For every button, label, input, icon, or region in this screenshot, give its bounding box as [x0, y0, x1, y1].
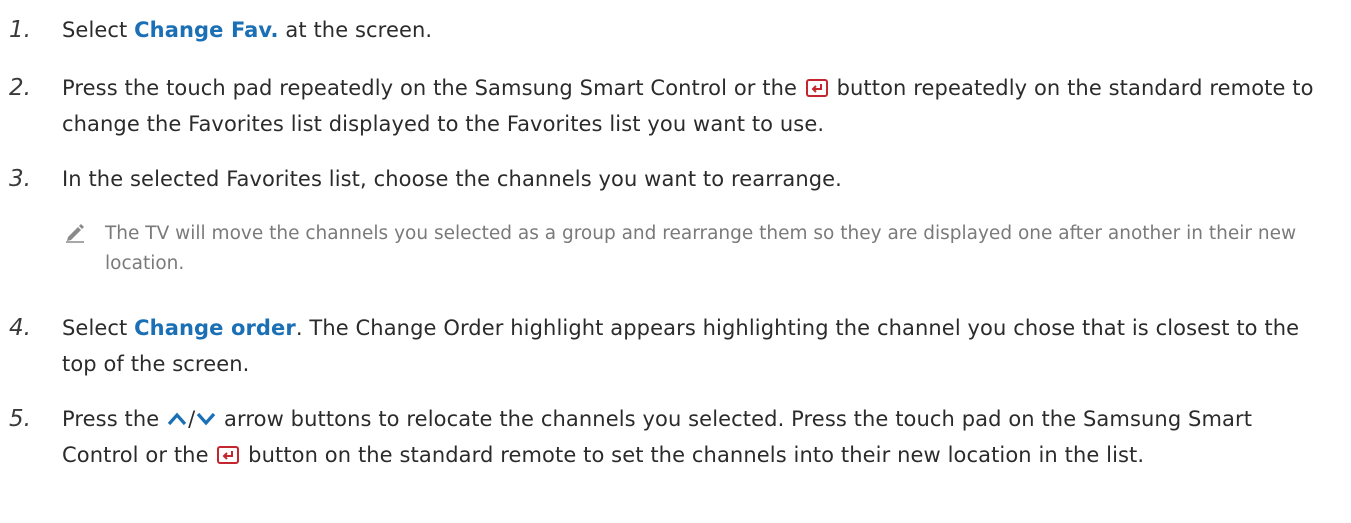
enter-icon	[217, 446, 240, 464]
step-text: Press the / arrow buttons to relocate th…	[62, 401, 1332, 473]
step-text-part1: Press the touch pad repeatedly on the Sa…	[62, 76, 804, 100]
note-text: The TV will move the channels you select…	[105, 223, 1297, 274]
step-text: Press the touch pad repeatedly on the Sa…	[62, 70, 1332, 142]
change-order-label: Change order	[134, 316, 296, 340]
down-arrow-icon	[197, 412, 216, 426]
step-number: 5.	[9, 406, 31, 432]
step-number: 2.	[9, 75, 31, 101]
enter-icon	[805, 79, 828, 97]
step-number: 1.	[9, 17, 31, 43]
step-text-before: Select	[62, 18, 135, 42]
step-text: In the selected Favorites list, choose t…	[62, 167, 842, 191]
step-text: Select Change order. The Change Order hi…	[62, 310, 1332, 382]
step-number: 3.	[9, 166, 31, 192]
arrow-separator: /	[188, 407, 196, 431]
step-text-after: at the screen.	[278, 18, 433, 42]
step-text-part3: button on the standard remote to set the…	[241, 443, 1145, 467]
change-fav-label: Change Fav.	[134, 18, 279, 42]
step-text: Select Change Fav. at the screen.	[62, 12, 1332, 48]
pencil-note-icon	[66, 224, 84, 243]
up-arrow-icon	[167, 412, 187, 426]
step-text-part1: Press the	[62, 407, 167, 431]
step-text-before: Select	[62, 316, 135, 340]
step-number: 4.	[9, 315, 31, 341]
